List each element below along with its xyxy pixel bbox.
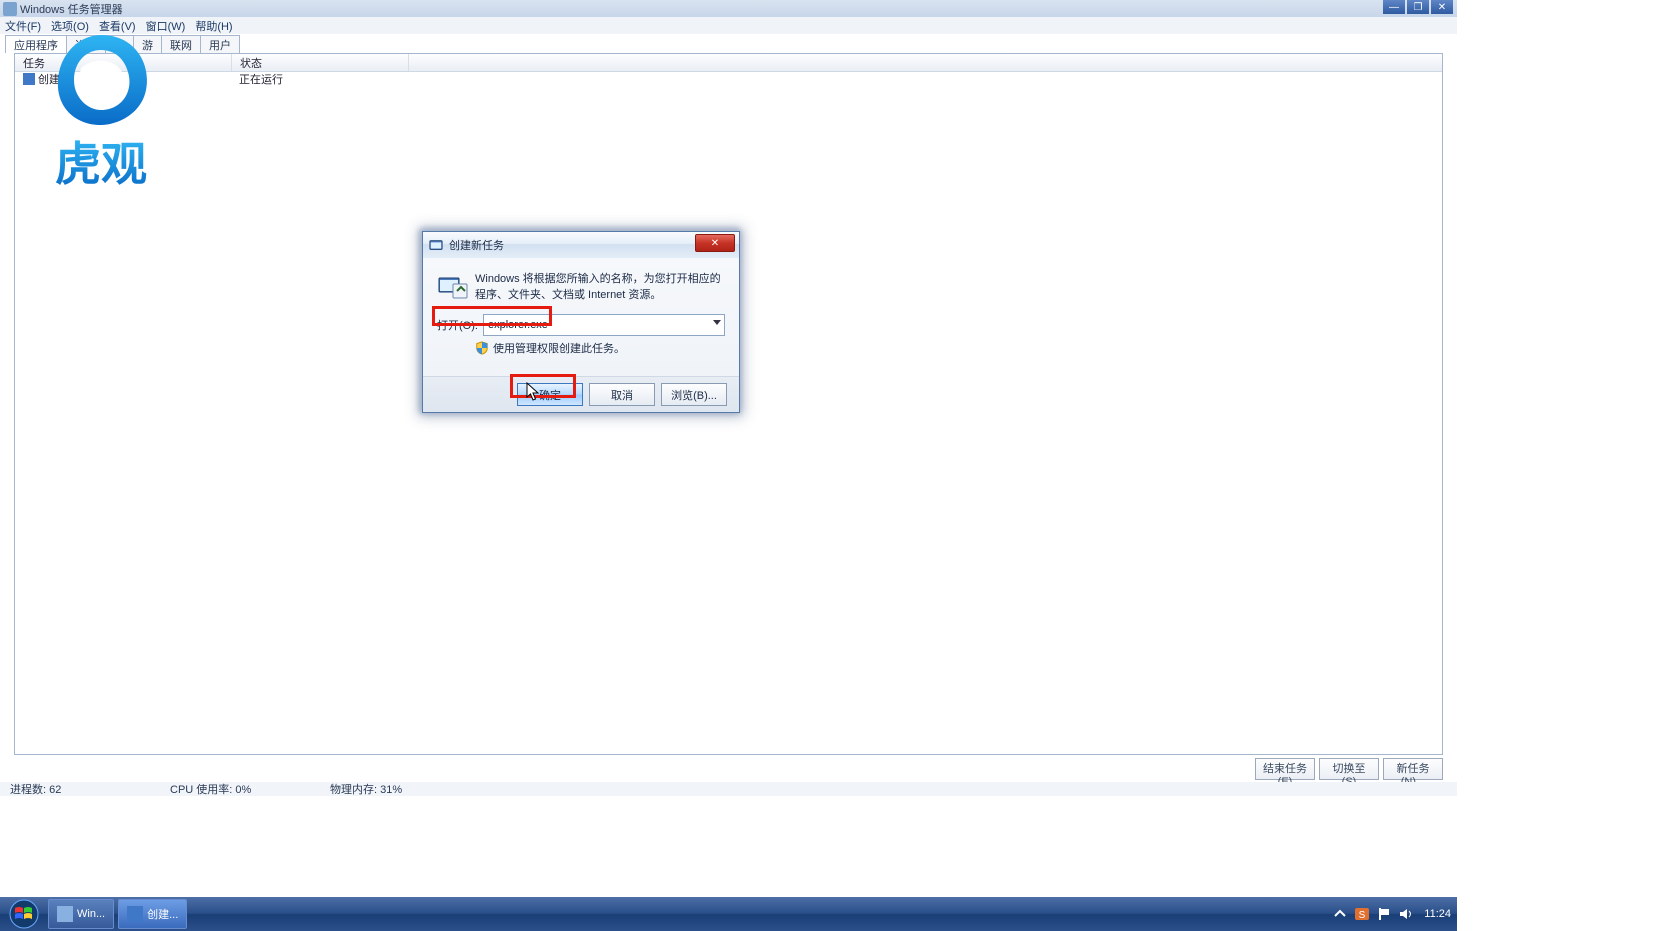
tab-applications[interactable]: 应用程序 [5, 35, 67, 53]
listview-header: 任务 状态 [15, 54, 1442, 72]
browse-button[interactable]: 浏览(B)... [661, 383, 727, 406]
open-label: 打开(O): [437, 317, 483, 333]
ok-button[interactable]: 确定 [517, 383, 583, 406]
menu-file[interactable]: 文件(F) [0, 18, 46, 34]
column-status[interactable]: 状态 [232, 54, 409, 71]
task-name: 创建 [38, 71, 60, 87]
switch-to-button[interactable]: 切换至(S) [1319, 758, 1379, 780]
cancel-button[interactable]: 取消 [589, 383, 655, 406]
dialog-button-row: 确定 取消 浏览(B)... [423, 376, 739, 412]
shield-icon [475, 341, 489, 355]
tray-flag-icon[interactable] [1376, 906, 1392, 922]
task-cell: 创建 [15, 71, 231, 87]
dialog-titlebar[interactable]: 创建新任务 ✕ [423, 232, 739, 259]
chevron-down-icon[interactable] [713, 320, 721, 325]
run-dialog-taskbar-icon [127, 906, 143, 922]
close-button[interactable]: ✕ [1431, 0, 1453, 14]
tray-up-icon[interactable] [1332, 906, 1348, 922]
clock-time: 11:24 [1424, 908, 1451, 920]
tray-volume-icon[interactable] [1398, 906, 1414, 922]
status-processes: 进程数: 62 [10, 781, 160, 797]
svg-text:S: S [1359, 910, 1366, 921]
dialog-close-button[interactable]: ✕ [695, 234, 735, 252]
taskbar[interactable]: Win... 创建... S 11:24 [0, 897, 1457, 931]
action-buttons: 结束任务(E) 切换至(S) 新任务(N)... [1251, 758, 1443, 780]
tray-ime-icon[interactable]: S [1354, 906, 1370, 922]
statusbar: 进程数: 62 CPU 使用率: 0% 物理内存: 31% [0, 782, 1457, 796]
open-combobox[interactable] [483, 314, 725, 336]
start-button[interactable] [4, 899, 44, 929]
table-row[interactable]: 创建 正在运行 [15, 71, 1442, 86]
taskbar-item-task-manager[interactable]: Win... [48, 899, 114, 929]
admin-privilege-row: 使用管理权限创建此任务。 [475, 340, 625, 356]
taskbar-item-create-task[interactable]: 创建... [118, 899, 187, 929]
minimize-button[interactable]: — [1383, 0, 1405, 14]
dialog-message: Windows 将根据您所输入的名称，为您打开相应的程序、文件夹、文档或 Int… [475, 272, 721, 304]
maximize-button[interactable]: ❐ [1407, 0, 1429, 14]
tabstrip: 应用程序 进程 服 游 联网 用户 [5, 35, 239, 53]
menu-options[interactable]: 选项(O) [46, 18, 94, 34]
windows-start-orb-icon [9, 899, 39, 929]
status-cpu: CPU 使用率: 0% [170, 781, 320, 797]
tab-processes[interactable]: 进程 [66, 35, 106, 53]
screen-right-padding [1457, 0, 1671, 931]
run-program-icon [437, 272, 469, 300]
taskbar-item-label: 创建... [147, 906, 178, 922]
column-task[interactable]: 任务 [15, 54, 232, 71]
tab-networking[interactable]: 联网 [161, 35, 201, 53]
dialog-title: 创建新任务 [449, 237, 504, 253]
run-dialog-icon [429, 238, 443, 252]
admin-text: 使用管理权限创建此任务。 [493, 340, 625, 356]
tab-performance[interactable]: 游 [133, 35, 162, 53]
new-task-button[interactable]: 新任务(N)... [1383, 758, 1443, 780]
menubar: 文件(F) 选项(O) 查看(V) 窗口(W) 帮助(H) [0, 17, 1457, 34]
status-memory: 物理内存: 31% [330, 781, 480, 797]
system-tray[interactable]: S 11:24 [1326, 897, 1451, 931]
menu-help[interactable]: 帮助(H) [190, 18, 237, 34]
status-cell: 正在运行 [231, 71, 407, 87]
taskbar-clock[interactable]: 11:24 [1424, 908, 1451, 920]
titlebar[interactable]: Windows 任务管理器 — ❐ ✕ [0, 0, 1457, 17]
create-new-task-dialog: 创建新任务 ✕ Windows 将根据您所输入的名称，为您打开相应的程序、文件夹… [422, 231, 740, 413]
window-title: Windows 任务管理器 [20, 1, 123, 17]
run-dialog-icon [23, 73, 35, 85]
open-input[interactable] [484, 315, 712, 335]
task-manager-taskbar-icon [57, 906, 73, 922]
menu-window[interactable]: 窗口(W) [141, 18, 191, 34]
dialog-body: Windows 将根据您所输入的名称，为您打开相应的程序、文件夹、文档或 Int… [423, 258, 739, 412]
tab-users[interactable]: 用户 [200, 35, 240, 53]
open-row: 打开(O): [437, 314, 725, 336]
menu-view[interactable]: 查看(V) [94, 18, 141, 34]
task-manager-app-icon [3, 2, 17, 16]
tab-services[interactable]: 服 [105, 35, 134, 53]
taskbar-item-label: Win... [77, 908, 105, 920]
end-task-button[interactable]: 结束任务(E) [1255, 758, 1315, 780]
